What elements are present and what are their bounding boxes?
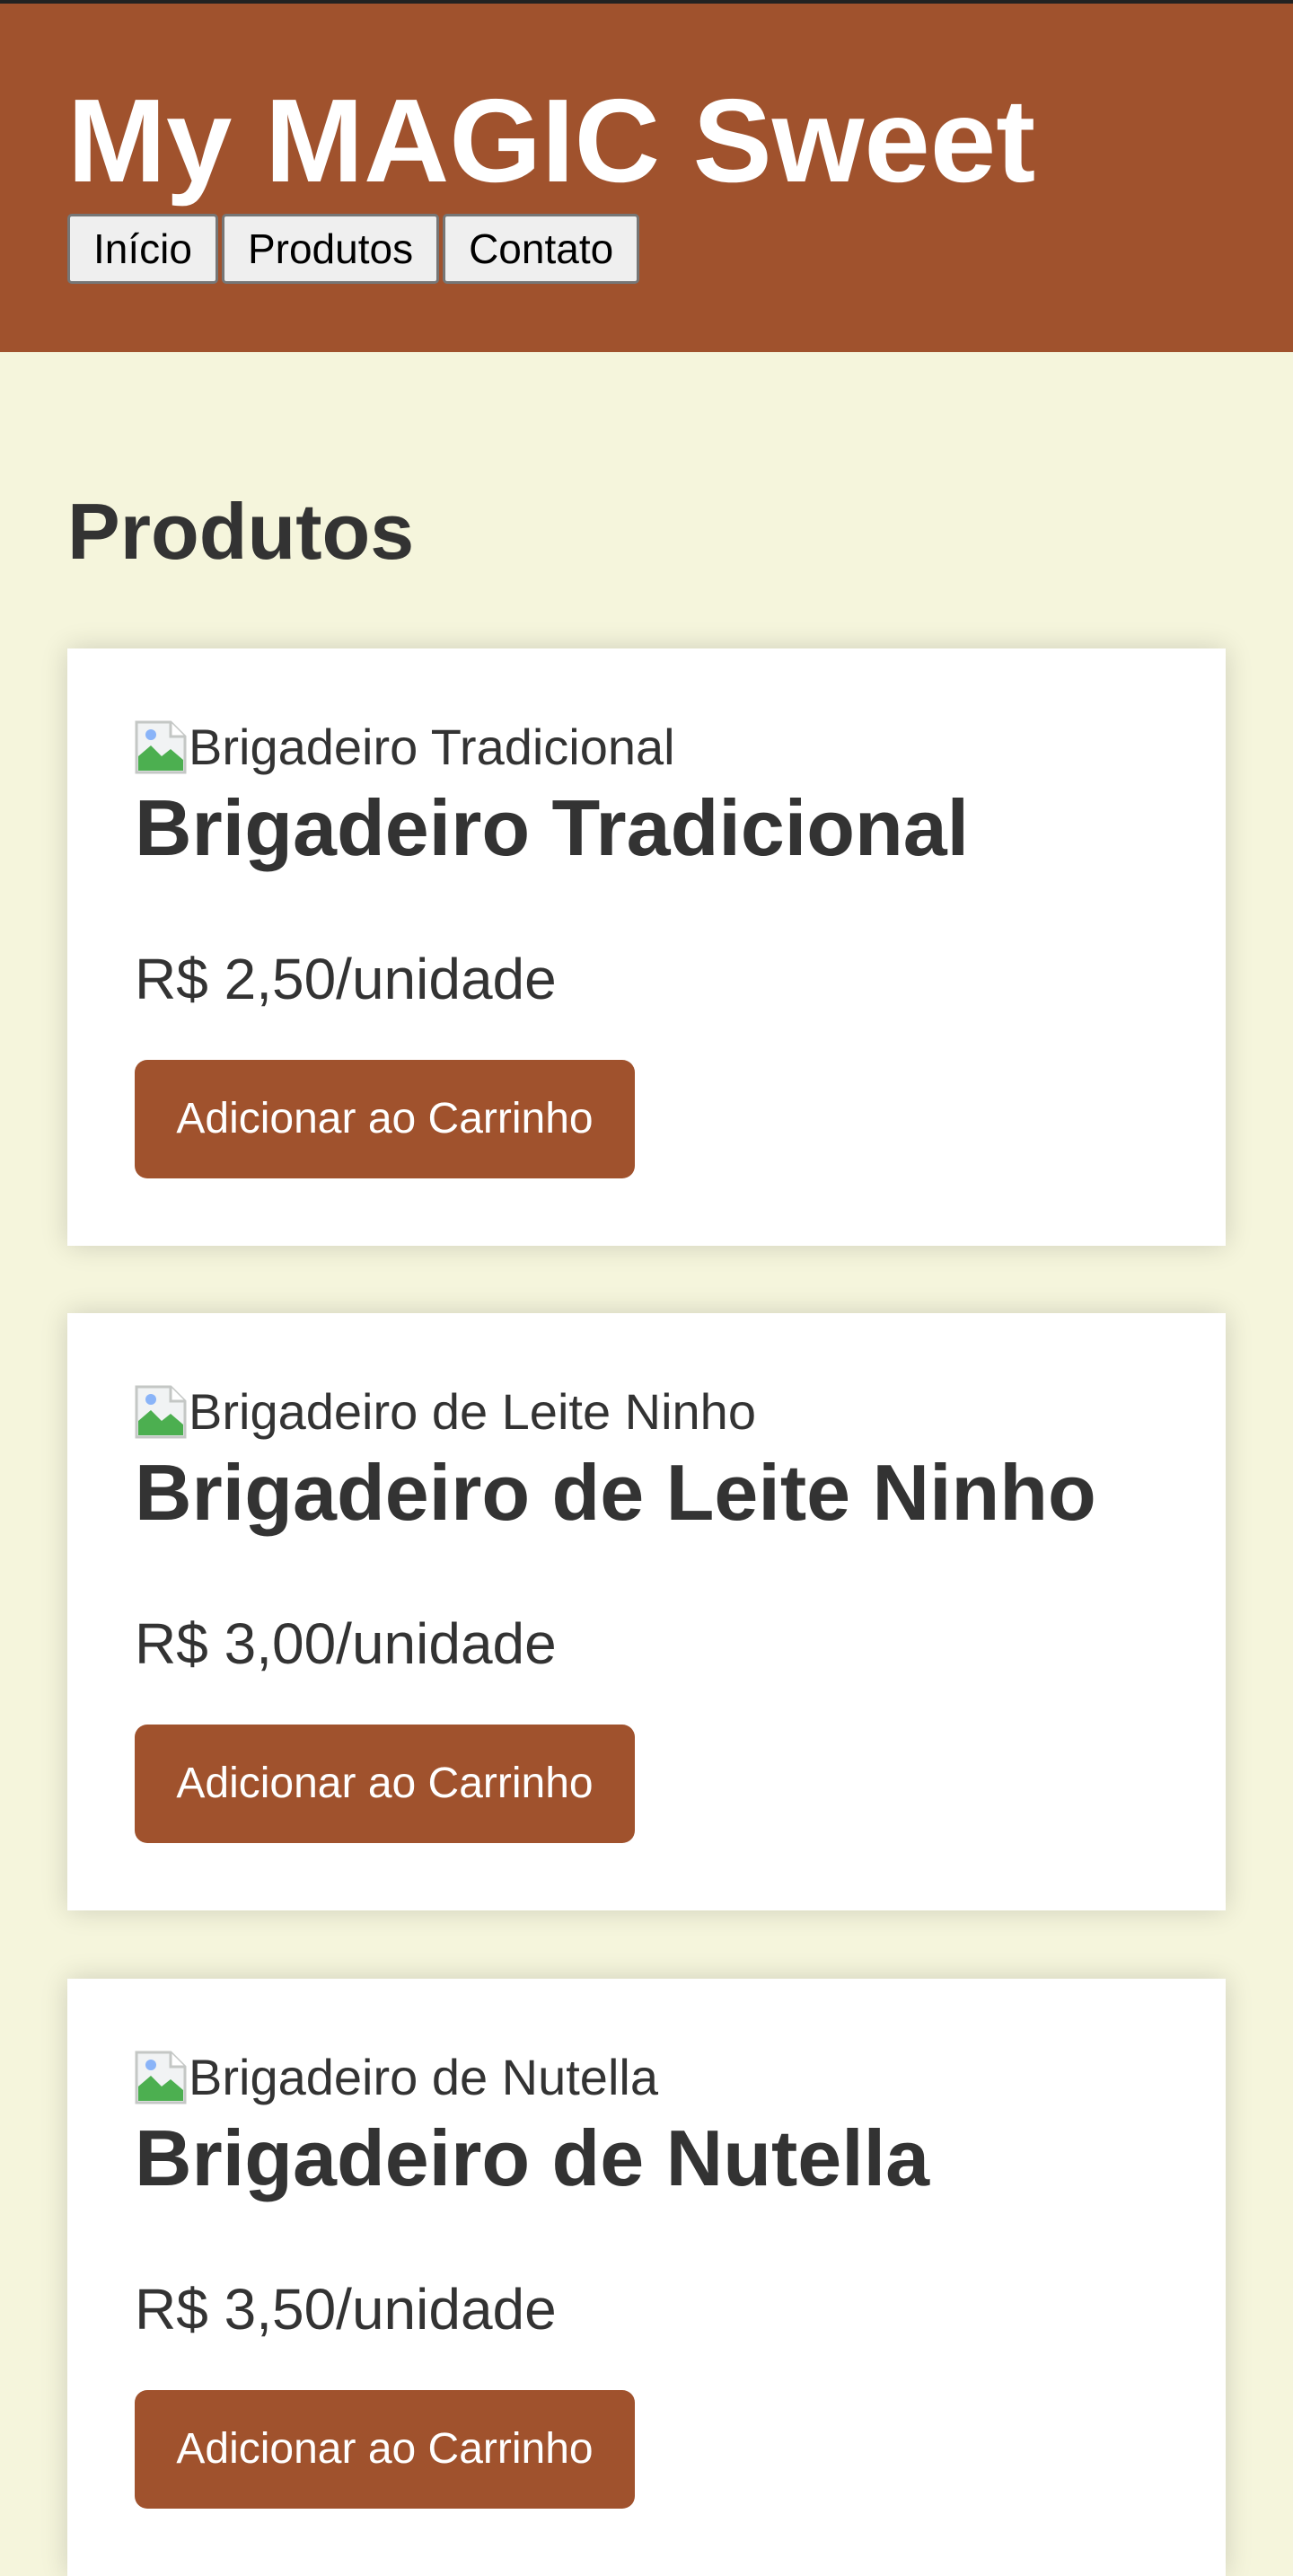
product-card: Brigadeiro de Nutella Brigadeiro de Nute… <box>67 1979 1226 2576</box>
product-image: Brigadeiro de Leite Ninho <box>135 1383 756 1441</box>
nav-button-contato[interactable]: Contato <box>443 214 640 284</box>
site-header: My MAGIC Sweet Início Produtos Contato <box>0 0 1293 352</box>
add-to-cart-button[interactable]: Adicionar ao Carrinho <box>135 1725 635 1843</box>
nav-button-inicio[interactable]: Início <box>67 214 218 284</box>
product-price: R$ 3,00/unidade <box>135 1611 557 1676</box>
nav-button-produtos[interactable]: Produtos <box>221 214 440 284</box>
product-name: Brigadeiro Tradicional <box>135 783 970 872</box>
product-name: Brigadeiro de Leite Ninho <box>135 1448 1096 1537</box>
main-nav: Início Produtos Contato <box>67 214 640 284</box>
product-image-alt: Brigadeiro de Nutella <box>189 2049 658 2105</box>
product-price: R$ 3,50/unidade <box>135 2277 557 2342</box>
product-image-alt: Brigadeiro de Leite Ninho <box>189 1383 756 1440</box>
product-name: Brigadeiro de Nutella <box>135 2113 930 2202</box>
add-to-cart-button[interactable]: Adicionar ao Carrinho <box>135 2390 635 2509</box>
top-border <box>0 0 1293 4</box>
section-title: Produtos <box>67 487 415 576</box>
site-title: My MAGIC Sweet <box>67 75 1036 207</box>
broken-image-icon <box>135 2051 187 2104</box>
product-card: Brigadeiro Tradicional Brigadeiro Tradic… <box>67 648 1226 1246</box>
add-to-cart-button[interactable]: Adicionar ao Carrinho <box>135 1060 635 1178</box>
broken-image-icon <box>135 720 187 774</box>
product-price: R$ 2,50/unidade <box>135 947 557 1011</box>
product-image: Brigadeiro Tradicional <box>135 719 675 776</box>
broken-image-icon <box>135 1385 187 1439</box>
product-card: Brigadeiro de Leite Ninho Brigadeiro de … <box>67 1313 1226 1910</box>
product-image-alt: Brigadeiro Tradicional <box>189 719 675 775</box>
product-image: Brigadeiro de Nutella <box>135 2049 658 2106</box>
